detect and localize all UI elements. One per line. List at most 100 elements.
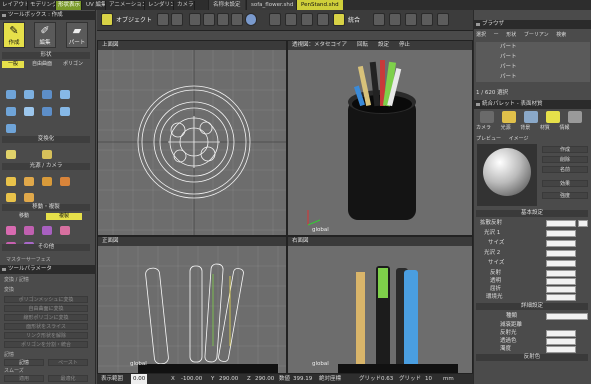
background-icon[interactable] <box>524 111 538 123</box>
gloss2-field[interactable] <box>546 250 576 257</box>
browser-tab-boolean[interactable]: ブーリアン <box>524 32 549 38</box>
view-mode4-icon[interactable] <box>231 13 243 26</box>
ellipse-tool-icon[interactable] <box>60 107 70 116</box>
option5-icon[interactable] <box>437 13 449 26</box>
unlink-shape-button[interactable]: リンク形状を解除 <box>4 332 88 339</box>
create-tab-button[interactable]: ✎ 作成 <box>3 22 25 48</box>
browser-item[interactable]: パート <box>476 52 590 62</box>
mode-tab-uv[interactable]: UV 編集 <box>84 1 106 10</box>
viewport-right[interactable]: 右面図 global <box>287 236 473 374</box>
browser-item[interactable]: パート <box>476 72 590 82</box>
sphere-render-icon[interactable] <box>245 13 257 26</box>
grid-view-icon[interactable] <box>171 13 183 26</box>
cube-tool-icon[interactable] <box>42 90 52 99</box>
grid2-value[interactable]: 10 <box>425 374 432 384</box>
light3-tool-icon[interactable] <box>24 193 34 202</box>
diffuse-field[interactable] <box>546 220 576 227</box>
to-linear-polygon-button[interactable]: 線形ポリゴンに変換 <box>4 314 88 321</box>
sphere2-tool-icon[interactable] <box>24 90 34 99</box>
rotate-tool-icon[interactable] <box>24 226 34 235</box>
scale-tool-icon[interactable] <box>42 226 52 235</box>
browser-item[interactable]: パート <box>476 62 590 72</box>
subtab-move[interactable]: 移動 <box>6 213 42 220</box>
name-material-button[interactable]: 名前 <box>542 166 588 173</box>
transform2-tool-icon[interactable] <box>42 150 52 159</box>
cylinder-tool-icon[interactable] <box>6 107 16 116</box>
snap-icon[interactable] <box>269 13 281 26</box>
view-mode3-icon[interactable] <box>217 13 229 26</box>
split-merge-polygon-button[interactable]: ポリゴンを分割・統合 <box>4 341 88 348</box>
viewport-top[interactable]: 上面図 <box>97 40 287 236</box>
move-tool-icon[interactable] <box>6 226 16 235</box>
subtab-general[interactable]: 一般 <box>2 61 24 68</box>
edit-tab-button[interactable]: ✐ 編集 <box>34 22 56 48</box>
size2-field[interactable] <box>546 260 576 267</box>
turbidity-field[interactable] <box>546 346 576 353</box>
zoom-field[interactable]: 0.00 <box>131 374 148 384</box>
mode-tab-camera[interactable]: カメラ <box>175 1 195 10</box>
mode-tab-modeling[interactable]: モデリング <box>28 1 56 10</box>
object-mode-icon[interactable] <box>101 13 113 26</box>
to-polygon-mesh-button[interactable]: ポリゴンメッシュに変換 <box>4 296 88 303</box>
browser-tab-search[interactable]: 検索 <box>556 32 566 38</box>
sphere-tool-icon[interactable] <box>6 90 16 99</box>
size1-field[interactable] <box>546 240 576 247</box>
texture-icon[interactable] <box>317 13 329 26</box>
browser-tab-dash[interactable]: ー <box>494 32 499 38</box>
wire-icon[interactable] <box>285 13 297 26</box>
subtab-duplicate[interactable]: 複製 <box>46 213 82 220</box>
view-mode1-icon[interactable] <box>189 13 201 26</box>
coord-mode[interactable]: 絶対座標 <box>319 374 341 384</box>
image-tab[interactable]: イメージ <box>509 136 529 142</box>
view-mode2-icon[interactable] <box>203 13 215 26</box>
effect-button[interactable]: 効果 <box>542 180 588 187</box>
apply-button[interactable]: 適用 <box>4 375 44 382</box>
diffuse-color[interactable] <box>578 220 588 227</box>
mode-tab-shape[interactable]: 形状表示 <box>56 1 82 10</box>
transform-tool-icon[interactable] <box>6 150 16 159</box>
master-surface-button[interactable]: マスターサーフェス <box>6 256 51 263</box>
slice-shape-button[interactable]: 面形状をスライス <box>4 323 88 330</box>
viewport-perspective[interactable]: 透視図：メタセコイア 回転 設定 停止 global <box>287 40 473 236</box>
browser-tab-select[interactable]: 選択 <box>476 32 486 38</box>
material-icon[interactable] <box>546 111 560 123</box>
y-value[interactable]: 290.00 <box>219 374 238 384</box>
create-material-button[interactable]: 作成 <box>542 146 588 153</box>
mode-tab-layout[interactable]: レイアウト <box>0 1 28 10</box>
subtab-polygon[interactable]: ポリゴン <box>60 61 86 68</box>
doc-tab-sofa[interactable]: sofa_flower.shd <box>246 0 298 10</box>
option3-icon[interactable] <box>405 13 417 26</box>
grid-value[interactable]: 0.63 <box>381 374 393 384</box>
doc-tab-penstand[interactable]: PenStand.shd <box>296 0 343 10</box>
camera-icon[interactable] <box>480 111 494 123</box>
delete-material-button[interactable]: 削除 <box>542 156 588 163</box>
to-freeform-button[interactable]: 自由曲面に変換 <box>4 305 88 312</box>
ambient-field[interactable] <box>546 294 576 301</box>
shade-icon[interactable] <box>301 13 313 26</box>
light2-tool-icon[interactable] <box>6 193 16 202</box>
mirror-tool-icon[interactable] <box>60 226 70 235</box>
torus-tool-icon[interactable] <box>42 107 52 116</box>
memory-button[interactable]: 記憶 <box>4 359 44 366</box>
option1-icon[interactable] <box>373 13 385 26</box>
paste-button[interactable]: ペースト <box>48 359 88 366</box>
optimize-button[interactable]: 最適化 <box>48 375 88 382</box>
preview-tab[interactable]: プレビュー <box>476 136 501 142</box>
mode-tab-rendering[interactable]: レンダリング <box>146 1 174 10</box>
camera-tool-icon[interactable] <box>60 177 70 186</box>
doc-tab-untitled[interactable]: 名称未設定 <box>208 0 245 10</box>
revolve-tool-icon[interactable] <box>6 124 16 133</box>
browser-tab-shape[interactable]: 形状 <box>506 32 516 38</box>
viewport-front[interactable]: 正面図 global <box>97 236 287 374</box>
gloss1-field[interactable] <box>546 230 576 237</box>
integrate-icon[interactable] <box>333 13 345 26</box>
option2-icon[interactable] <box>389 13 401 26</box>
spotlight-tool-icon[interactable] <box>24 177 34 186</box>
disc-tool-icon[interactable] <box>24 107 34 116</box>
light-tool-icon[interactable] <box>6 177 16 186</box>
mode-tab-animation[interactable]: アニメーション <box>107 1 145 10</box>
x-value[interactable]: -100.00 <box>181 374 202 384</box>
info-icon[interactable] <box>568 111 582 123</box>
subtab-freeform[interactable]: 自由曲面 <box>26 61 58 68</box>
part-tab-button[interactable]: ▰ パート <box>66 22 88 48</box>
